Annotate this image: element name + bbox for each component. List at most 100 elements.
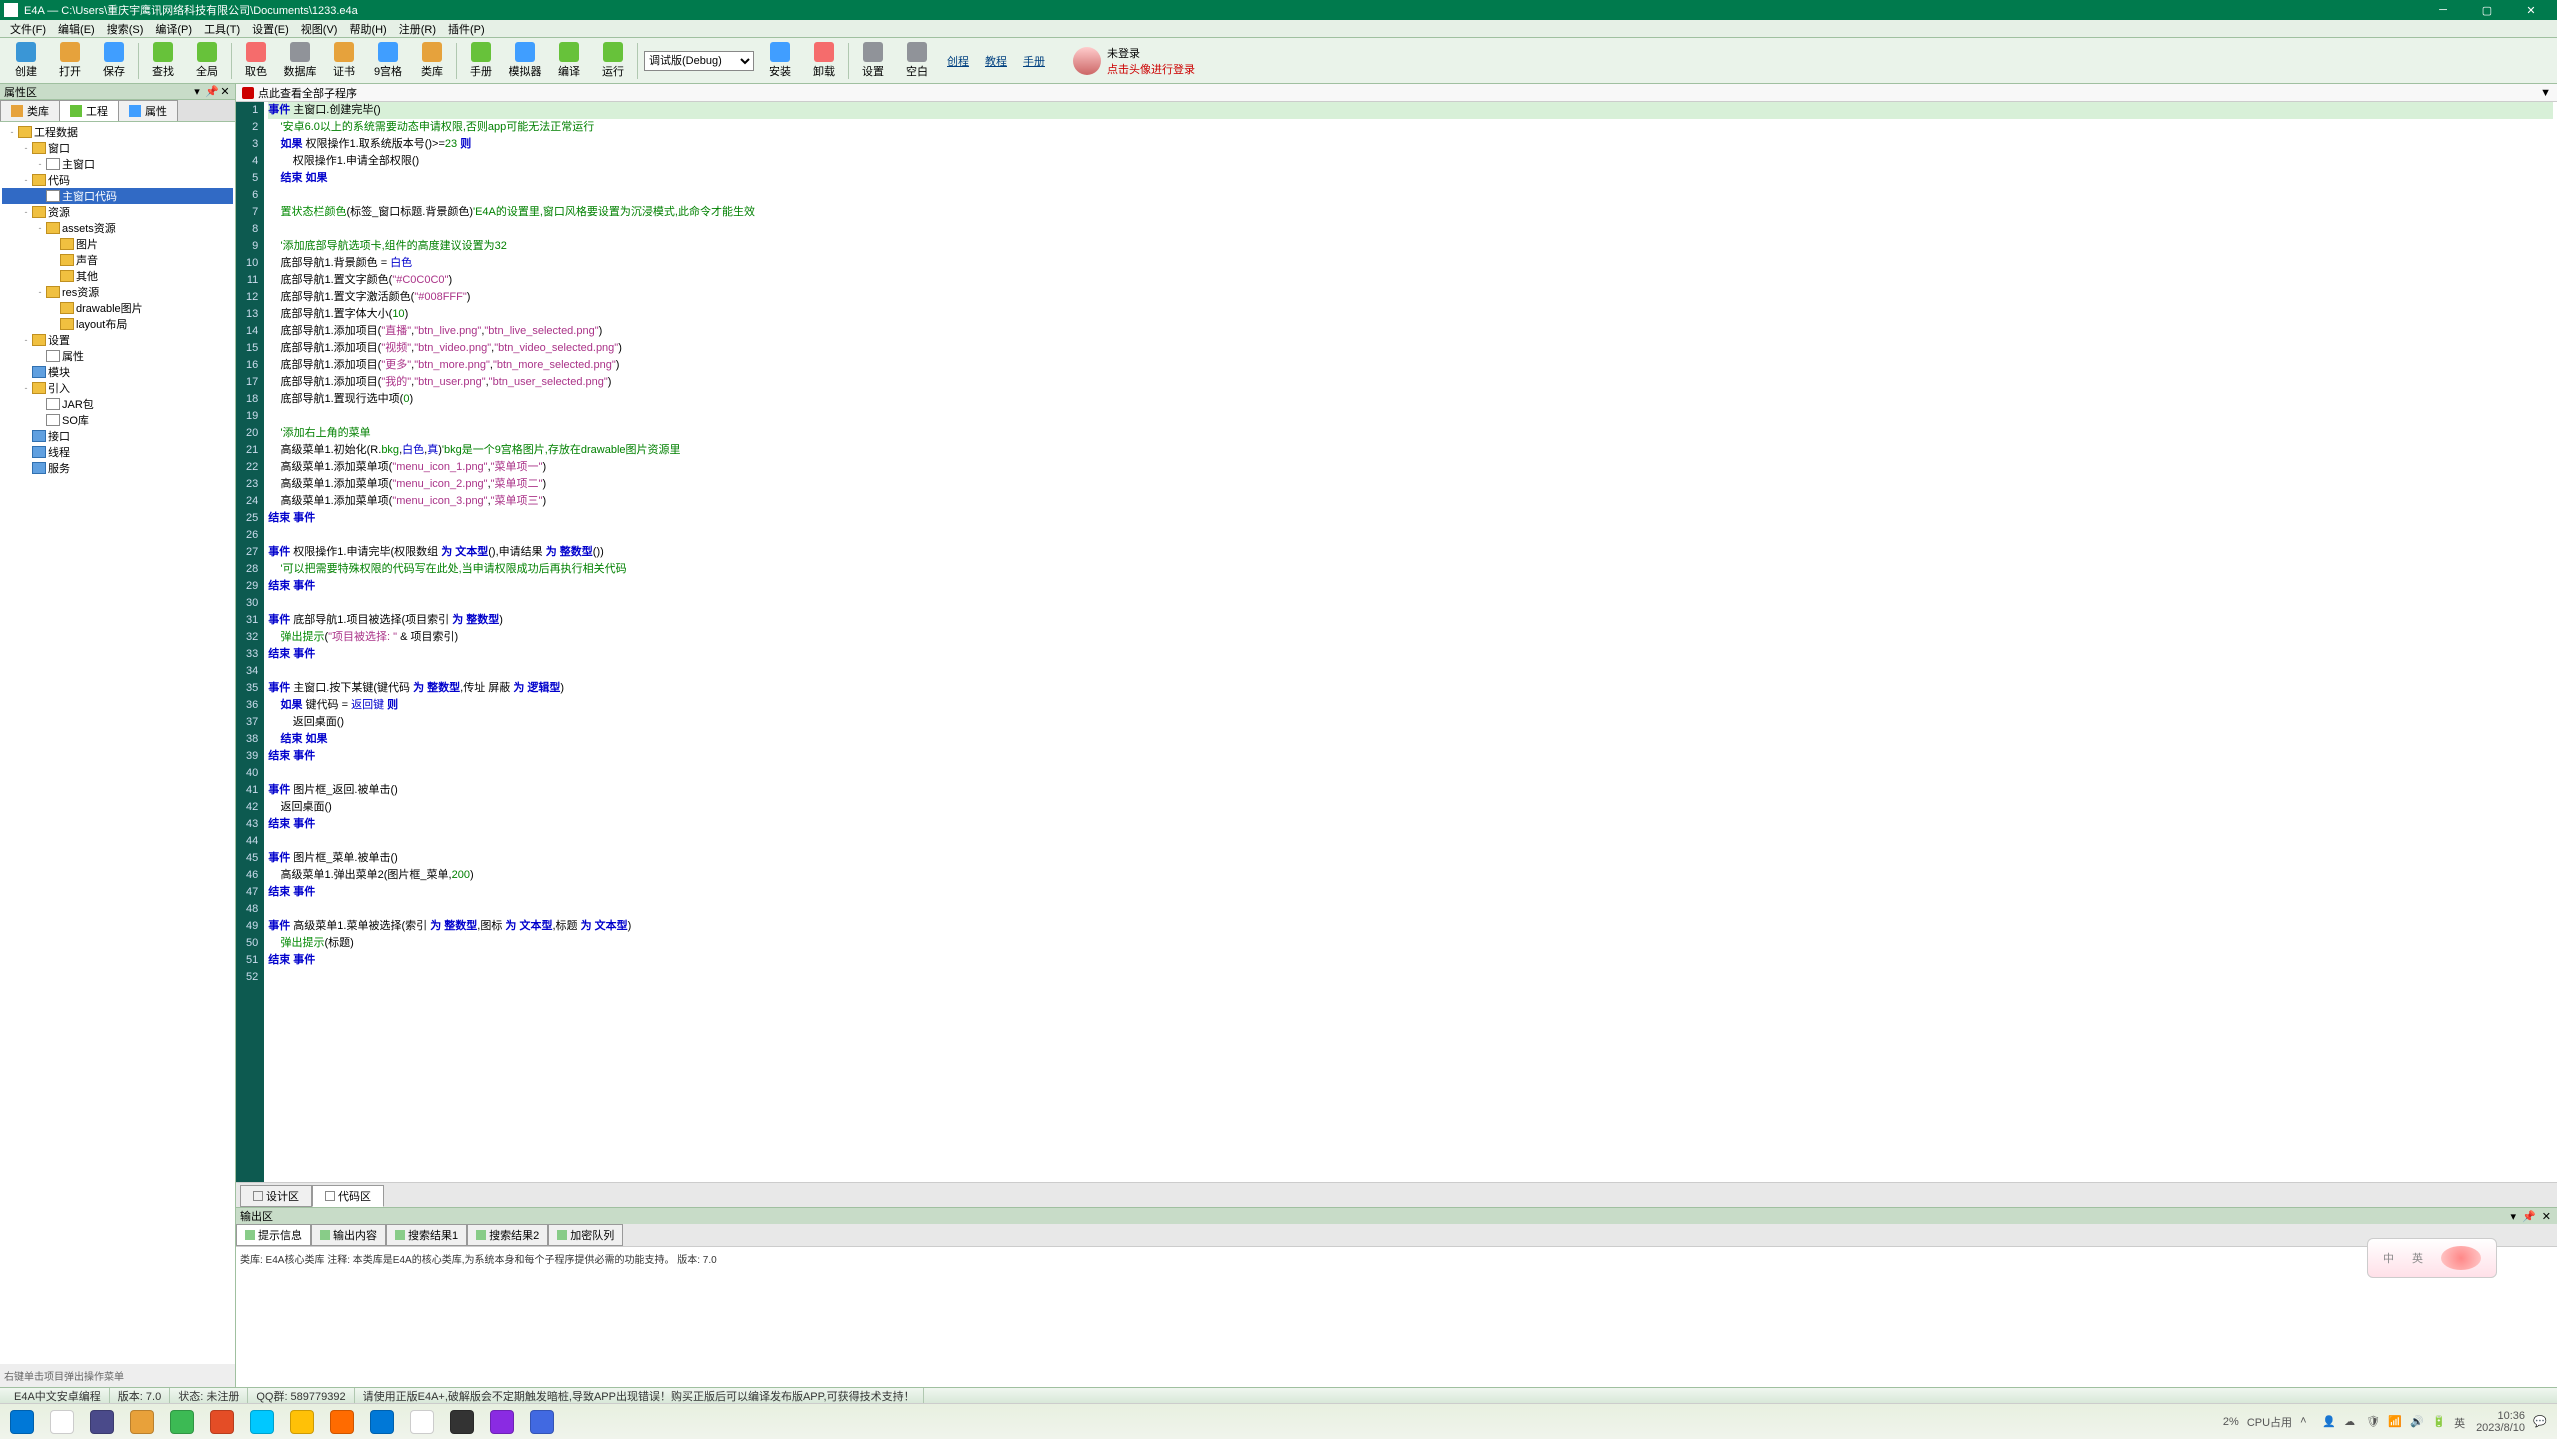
code-line-30[interactable] [268, 595, 2553, 612]
code-line-6[interactable] [268, 187, 2553, 204]
menu-item-7[interactable]: 帮助(H) [343, 21, 392, 37]
minimize-button[interactable]: ─ [2421, 0, 2465, 20]
ime-cn-icon[interactable]: 中 [2383, 1250, 2394, 1266]
code-line-17[interactable]: 底部导航1.添加项目("我的","btn_user.png","btn_user… [268, 374, 2553, 391]
tree-node-模块[interactable]: 模块 [2, 364, 233, 380]
tree-node-引入[interactable]: -引入 [2, 380, 233, 396]
code-line-28[interactable]: '可以把需要特殊权限的代码写在此处,当申请权限成功后再执行相关代码 [268, 561, 2553, 578]
taskbar-app-10[interactable] [402, 1406, 442, 1438]
tree-node-JAR包[interactable]: JAR包 [2, 396, 233, 412]
toolbar-全局[interactable]: 全局 [185, 40, 229, 82]
output-tab-搜索结果2[interactable]: 搜索结果2 [467, 1224, 548, 1246]
taskbar-app-8[interactable] [322, 1406, 362, 1438]
code-line-9[interactable]: '添加底部导航选项卡,组件的高度建议设置为32 [268, 238, 2553, 255]
output-tab-输出内容[interactable]: 输出内容 [311, 1224, 386, 1246]
code-line-20[interactable]: '添加右上角的菜单 [268, 425, 2553, 442]
code-line-33[interactable]: 结束 事件 [268, 646, 2553, 663]
code-line-29[interactable]: 结束 事件 [268, 578, 2553, 595]
panel-pin-icon[interactable]: 📌 [205, 85, 217, 98]
tree-node-drawable图片[interactable]: drawable图片 [2, 300, 233, 316]
code-line-44[interactable] [268, 833, 2553, 850]
tree-node-设置[interactable]: -设置 [2, 332, 233, 348]
login-area[interactable]: 未登录点击头像进行登录 [1073, 45, 1195, 77]
menu-item-4[interactable]: 工具(T) [198, 21, 246, 37]
avatar[interactable] [1073, 47, 1101, 75]
toolbar-证书[interactable]: 证书 [322, 40, 366, 82]
code-line-21[interactable]: 高级菜单1.初始化(R.bkg,白色,真)'bkg是一个9宫格图片,存放在dra… [268, 442, 2553, 459]
panel-dropdown-icon[interactable]: ▾ [191, 85, 203, 98]
code-line-22[interactable]: 高级菜单1.添加菜单项("menu_icon_1.png","菜单项一") [268, 459, 2553, 476]
code-line-41[interactable]: 事件 图片框_返回.被单击() [268, 782, 2553, 799]
toolbar-手册[interactable]: 手册 [459, 40, 503, 82]
tree-node-声音[interactable]: 声音 [2, 252, 233, 268]
tree-node-assets资源[interactable]: -assets资源 [2, 220, 233, 236]
code-line-8[interactable] [268, 221, 2553, 238]
toolbar-卸载[interactable]: 卸载 [802, 40, 846, 82]
menu-item-2[interactable]: 搜索(S) [101, 21, 150, 37]
code-line-12[interactable]: 底部导航1.置文字激活颜色("#008FFF") [268, 289, 2553, 306]
taskbar-app-5[interactable] [202, 1406, 242, 1438]
code-line-37[interactable]: 返回桌面() [268, 714, 2553, 731]
menu-item-8[interactable]: 注册(R) [393, 21, 442, 37]
tree-toggle-icon[interactable]: - [6, 127, 18, 137]
taskbar-app-9[interactable] [362, 1406, 402, 1438]
tree-node-工程数据[interactable]: -工程数据 [2, 124, 233, 140]
toolbar-link-教程[interactable]: 教程 [977, 53, 1015, 69]
menu-item-6[interactable]: 视图(V) [295, 21, 344, 37]
output-dropdown-icon[interactable]: ▾ [2509, 1210, 2519, 1223]
code-line-7[interactable]: 置状态栏颜色(标签_窗口标题.背景颜色)'E4A的设置里,窗口风格要设置为沉浸模… [268, 204, 2553, 221]
code-line-52[interactable] [268, 969, 2553, 986]
tray-battery-icon[interactable]: 🔋 [2432, 1415, 2446, 1429]
toolbar-打开[interactable]: 打开 [48, 40, 92, 82]
code-line-50[interactable]: 弹出提示(标题) [268, 935, 2553, 952]
toolbar-设置[interactable]: 设置 [851, 40, 895, 82]
code-line-25[interactable]: 结束 事件 [268, 510, 2553, 527]
tree-toggle-icon[interactable]: - [34, 159, 46, 169]
tree-node-资源[interactable]: -资源 [2, 204, 233, 220]
ime-widget[interactable]: 中 英 [2367, 1238, 2497, 1278]
close-button[interactable]: ✕ [2509, 0, 2553, 20]
menu-item-5[interactable]: 设置(E) [246, 21, 295, 37]
code-line-42[interactable]: 返回桌面() [268, 799, 2553, 816]
toolbar-查找[interactable]: 查找 [141, 40, 185, 82]
tree-node-图片[interactable]: 图片 [2, 236, 233, 252]
tree-node-线程[interactable]: 线程 [2, 444, 233, 460]
taskbar-app-0[interactable] [2, 1406, 42, 1438]
login-hint[interactable]: 点击头像进行登录 [1107, 61, 1195, 77]
tree-node-服务[interactable]: 服务 [2, 460, 233, 476]
tray-lang-icon[interactable]: 英 [2454, 1415, 2468, 1429]
code-line-35[interactable]: 事件 主窗口.按下某键(键代码 为 整数型,传址 屏蔽 为 逻辑型) [268, 680, 2553, 697]
tree-toggle-icon[interactable]: - [20, 207, 32, 217]
code-line-27[interactable]: 事件 权限操作1.申请完毕(权限数组 为 文本型(),申请结果 为 整数型()) [268, 544, 2553, 561]
taskbar-app-2[interactable] [82, 1406, 122, 1438]
code-line-39[interactable]: 结束 事件 [268, 748, 2553, 765]
code-line-26[interactable] [268, 527, 2553, 544]
tray-chevron-icon[interactable]: ˄ [2300, 1415, 2314, 1429]
code-line-13[interactable]: 底部导航1.置字体大小(10) [268, 306, 2553, 323]
code-line-46[interactable]: 高级菜单1.弹出菜单2(图片框_菜单,200) [268, 867, 2553, 884]
code-line-24[interactable]: 高级菜单1.添加菜单项("menu_icon_3.png","菜单项三") [268, 493, 2553, 510]
code-body[interactable]: 事件 主窗口.创建完毕() '安卓6.0以上的系统需要动态申请权限,否则app可… [264, 102, 2557, 1182]
tray-notification-icon[interactable]: 💬 [2533, 1415, 2547, 1429]
ime-mode-icon[interactable]: 英 [2412, 1250, 2423, 1266]
panel-close-icon[interactable]: ✕ [219, 85, 231, 98]
code-line-32[interactable]: 弹出提示("项目被选择: " & 项目索引) [268, 629, 2553, 646]
code-line-40[interactable] [268, 765, 2553, 782]
toolbar-空白[interactable]: 空白 [895, 40, 939, 82]
code-line-14[interactable]: 底部导航1.添加项目("直播","btn_live.png","btn_live… [268, 323, 2553, 340]
code-line-38[interactable]: 结束 如果 [268, 731, 2553, 748]
tree-toggle-icon[interactable]: - [34, 287, 46, 297]
panel-tab-工程[interactable]: 工程 [59, 100, 119, 121]
build-mode-select[interactable]: 调试版(Debug) [644, 51, 754, 71]
tree-toggle-icon[interactable]: - [20, 383, 32, 393]
code-line-11[interactable]: 底部导航1.置文字颜色("#C0C0C0") [268, 272, 2553, 289]
code-line-36[interactable]: 如果 键代码 = 返回键 则 [268, 697, 2553, 714]
tree-node-主窗口代码[interactable]: 主窗口代码 [2, 188, 233, 204]
menu-item-1[interactable]: 编辑(E) [52, 21, 101, 37]
tree-node-属性[interactable]: 属性 [2, 348, 233, 364]
toolbar-link-创程[interactable]: 创程 [939, 53, 977, 69]
tree-node-其他[interactable]: 其他 [2, 268, 233, 284]
taskbar-clock[interactable]: 10:36 2023/8/10 [2476, 1410, 2525, 1434]
menu-item-9[interactable]: 插件(P) [442, 21, 491, 37]
code-line-47[interactable]: 结束 事件 [268, 884, 2553, 901]
